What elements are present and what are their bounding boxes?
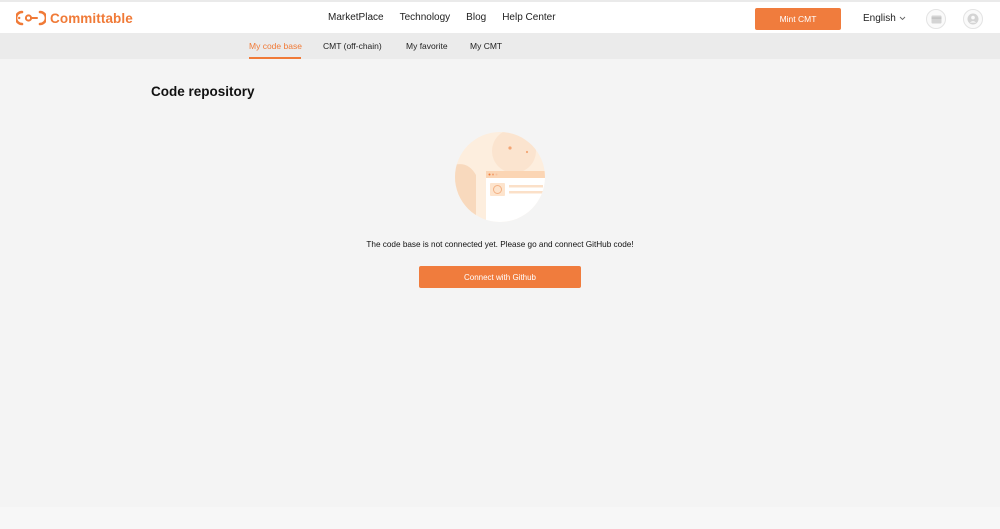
language-selector[interactable]: English bbox=[863, 13, 906, 24]
footer-area bbox=[0, 507, 1000, 529]
nav-item-blog[interactable]: Blog bbox=[466, 12, 486, 23]
nav-item-marketplace[interactable]: MarketPlace bbox=[328, 12, 384, 23]
user-avatar-icon bbox=[967, 13, 979, 25]
chevron-down-icon bbox=[899, 16, 906, 21]
main-nav: MarketPlace Technology Blog Help Center bbox=[328, 12, 572, 23]
page-title: Code repository bbox=[151, 84, 255, 99]
mint-cmt-button[interactable]: Mint CMT bbox=[755, 8, 841, 30]
brand-name: Committable bbox=[50, 10, 133, 26]
account-tabs: My code base CMT (off-chain) My favorite… bbox=[0, 33, 1000, 59]
nav-item-technology[interactable]: Technology bbox=[400, 12, 451, 23]
wallet-button[interactable] bbox=[926, 9, 946, 29]
empty-repository-illustration bbox=[455, 132, 545, 222]
committable-logo-icon bbox=[16, 10, 46, 26]
active-tab-indicator bbox=[249, 57, 301, 59]
connect-github-button[interactable]: Connect with Github bbox=[419, 266, 581, 288]
nav-item-help-center[interactable]: Help Center bbox=[502, 12, 555, 23]
logo[interactable]: Committable bbox=[16, 9, 133, 27]
tab-my-cmt[interactable]: My CMT bbox=[470, 41, 502, 51]
tab-my-favorite[interactable]: My favorite bbox=[406, 41, 448, 51]
top-bar: Committable MarketPlace Technology Blog … bbox=[0, 0, 1000, 33]
empty-state-message: The code base is not connected yet. Plea… bbox=[366, 240, 634, 249]
wallet-icon bbox=[931, 15, 941, 23]
tab-my-code-base[interactable]: My code base bbox=[249, 41, 302, 51]
tab-cmt-off-chain[interactable]: CMT (off-chain) bbox=[323, 41, 382, 51]
language-label: English bbox=[863, 13, 896, 24]
user-menu-button[interactable] bbox=[963, 9, 983, 29]
